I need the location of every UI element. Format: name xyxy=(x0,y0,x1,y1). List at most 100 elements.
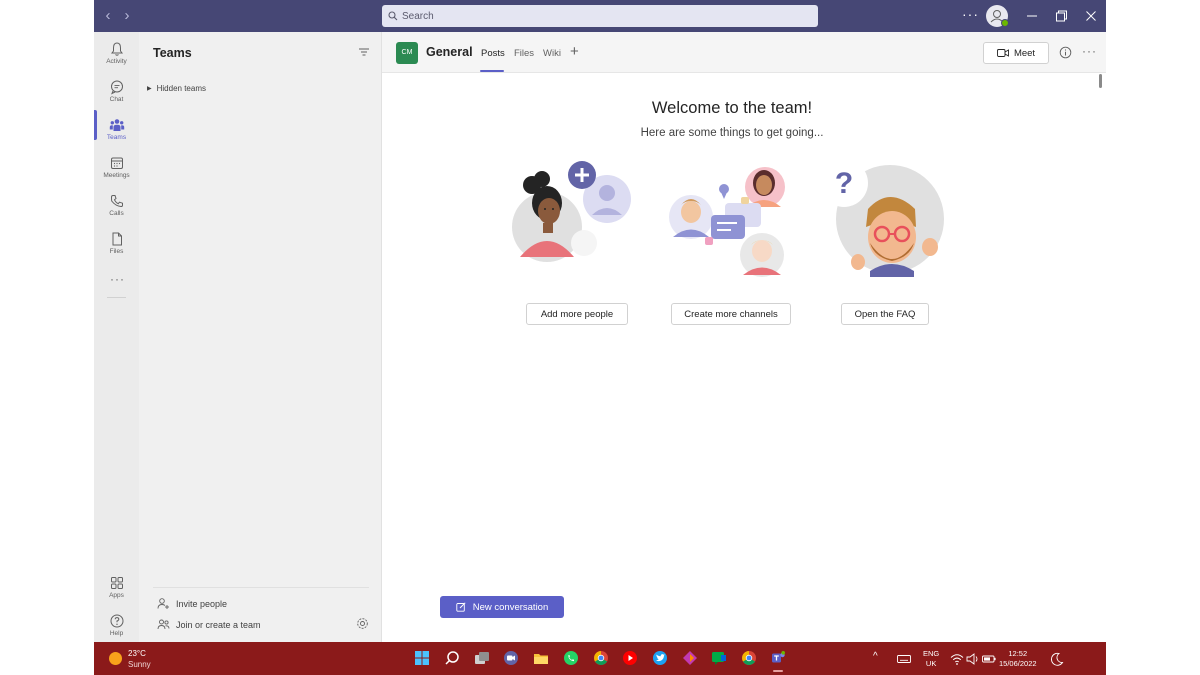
rail-item-files[interactable]: Files xyxy=(94,228,139,264)
rail-item-meetings[interactable]: Meetings xyxy=(94,152,139,188)
rail-item-teams[interactable]: Teams xyxy=(94,114,139,150)
wifi-icon[interactable] xyxy=(949,651,965,667)
weather-condition[interactable]: Sunny xyxy=(128,660,151,669)
presence-available-icon xyxy=(1001,19,1009,27)
rail-item-help[interactable]: Help xyxy=(94,610,139,646)
meet-button[interactable]: Meet xyxy=(983,42,1049,64)
invite-people-link[interactable]: Invite people xyxy=(157,597,227,610)
app-rail: Activity Chat Teams Meetings Calls Files… xyxy=(94,32,139,642)
rail-label-chat: Chat xyxy=(109,96,124,103)
search-icon xyxy=(388,11,398,21)
rail-item-chat[interactable]: Chat xyxy=(94,76,139,112)
rail-item-calls[interactable]: Calls xyxy=(94,190,139,226)
teams-running-indicator xyxy=(773,670,783,672)
focus-moon-icon[interactable] xyxy=(1049,651,1065,667)
volume-icon[interactable] xyxy=(965,651,981,667)
meet-now-icon[interactable] xyxy=(503,650,519,666)
settings-more-icon[interactable]: ··· xyxy=(962,6,979,22)
bell-icon xyxy=(110,42,123,56)
back-arrow-icon[interactable]: ‹ xyxy=(100,8,116,24)
tab-posts[interactable]: Posts xyxy=(481,48,505,59)
language-indicator[interactable]: ENG UK xyxy=(923,649,939,669)
chevron-up-icon[interactable]: ^ xyxy=(873,651,878,662)
create-more-channels-button[interactable]: Create more channels xyxy=(671,303,791,325)
chrome-secondary-icon[interactable] xyxy=(741,650,757,666)
rail-item-activity[interactable]: Activity xyxy=(94,38,139,74)
add-people-illustration xyxy=(512,161,631,262)
minimize-icon[interactable] xyxy=(1024,8,1040,24)
tab-files[interactable]: Files xyxy=(514,48,534,59)
apps-icon xyxy=(110,577,123,589)
search-input[interactable]: Search xyxy=(382,5,818,27)
creative-app-icon[interactable] xyxy=(682,650,698,666)
meet-button-label: Meet xyxy=(1013,47,1036,59)
taskbar-clock[interactable]: 12:52 15/06/2022 xyxy=(999,649,1037,669)
rail-label-activity: Activity xyxy=(106,58,127,65)
add-more-people-button[interactable]: Add more people xyxy=(526,303,628,325)
keyboard-icon[interactable] xyxy=(896,651,912,667)
welcome-subtitle: Here are some things to get going... xyxy=(640,127,824,139)
new-conversation-label: New conversation xyxy=(472,601,549,613)
channel-more-options-icon[interactable]: ··· xyxy=(1082,44,1097,58)
task-view-icon[interactable] xyxy=(474,650,490,666)
chrome-icon[interactable] xyxy=(593,650,609,666)
language-region: UK xyxy=(925,659,937,668)
clock-date: 15/06/2022 xyxy=(999,659,1037,668)
windows-taskbar: 23°C Sunny ^ ENG UK 12:52 15/06/2022 xyxy=(94,642,1106,675)
hidden-teams-toggle[interactable]: ▶ Hidden teams xyxy=(147,84,206,93)
compose-icon xyxy=(456,602,466,612)
join-create-team-label: Join or create a team xyxy=(176,619,261,630)
more-apps-icon[interactable]: ··· xyxy=(110,272,125,286)
channel-header: CM General Posts Files Wiki + Meet ··· xyxy=(382,32,1106,73)
windows-start-icon[interactable] xyxy=(414,650,430,666)
join-create-team-link[interactable]: Join or create a team xyxy=(157,618,261,631)
scrollbar[interactable] xyxy=(1099,74,1102,88)
calendar-icon xyxy=(110,157,123,169)
tab-wiki[interactable]: Wiki xyxy=(543,48,561,59)
teams-icon xyxy=(109,119,124,131)
faq-illustration: ? xyxy=(820,159,944,277)
battery-icon[interactable] xyxy=(981,651,997,667)
google-chat-icon[interactable] xyxy=(711,650,727,666)
help-icon xyxy=(110,614,123,628)
youtube-music-icon[interactable] xyxy=(622,650,638,666)
active-tab-indicator xyxy=(480,70,504,72)
twitter-icon[interactable] xyxy=(652,650,668,666)
restore-icon[interactable] xyxy=(1053,8,1069,24)
gear-icon[interactable] xyxy=(356,617,369,630)
title-bar: ‹ › Search ··· xyxy=(94,0,1106,32)
team-avatar[interactable]: CM xyxy=(396,42,418,64)
teams-window: ‹ › Search ··· Activity Chat Teams Meeti… xyxy=(94,0,1106,675)
close-icon[interactable] xyxy=(1083,8,1099,24)
invite-people-label: Invite people xyxy=(176,598,228,609)
faq-question-mark: ? xyxy=(835,167,853,200)
video-camera-icon xyxy=(996,49,1009,57)
forward-arrow-icon[interactable]: › xyxy=(119,8,135,24)
weather-temperature[interactable]: 23°C xyxy=(128,649,146,658)
add-tab-icon[interactable]: + xyxy=(570,43,579,60)
chat-icon xyxy=(110,80,123,95)
file-explorer-icon[interactable] xyxy=(533,650,549,666)
clock-time: 12:52 xyxy=(1008,649,1028,658)
teams-list-panel: Teams ▶ Hidden teams Invite people Join … xyxy=(139,32,382,642)
whatsapp-icon[interactable] xyxy=(563,650,579,666)
people-team-icon xyxy=(157,619,170,630)
taskbar-search-icon[interactable] xyxy=(444,650,460,666)
rail-label-calls: Calls xyxy=(109,210,124,217)
info-icon[interactable] xyxy=(1059,46,1072,59)
filter-icon[interactable] xyxy=(358,46,370,58)
rail-label-teams: Teams xyxy=(106,134,127,141)
new-conversation-button[interactable]: New conversation xyxy=(440,596,564,618)
channel-main: CM General Posts Files Wiki + Meet ··· W… xyxy=(382,32,1106,642)
teams-panel-title: Teams xyxy=(153,46,192,60)
rail-label-meetings: Meetings xyxy=(103,172,130,179)
add-person-icon xyxy=(157,598,169,609)
open-faq-button[interactable]: Open the FAQ xyxy=(841,303,929,325)
rail-label-help: Help xyxy=(109,630,124,637)
channel-name: General xyxy=(426,45,473,59)
caret-right-icon: ▶ xyxy=(147,86,152,92)
sun-icon[interactable] xyxy=(109,652,122,665)
rail-item-apps[interactable]: Apps xyxy=(94,572,139,608)
phone-icon xyxy=(110,195,123,208)
teams-taskbar-icon[interactable] xyxy=(770,650,786,666)
